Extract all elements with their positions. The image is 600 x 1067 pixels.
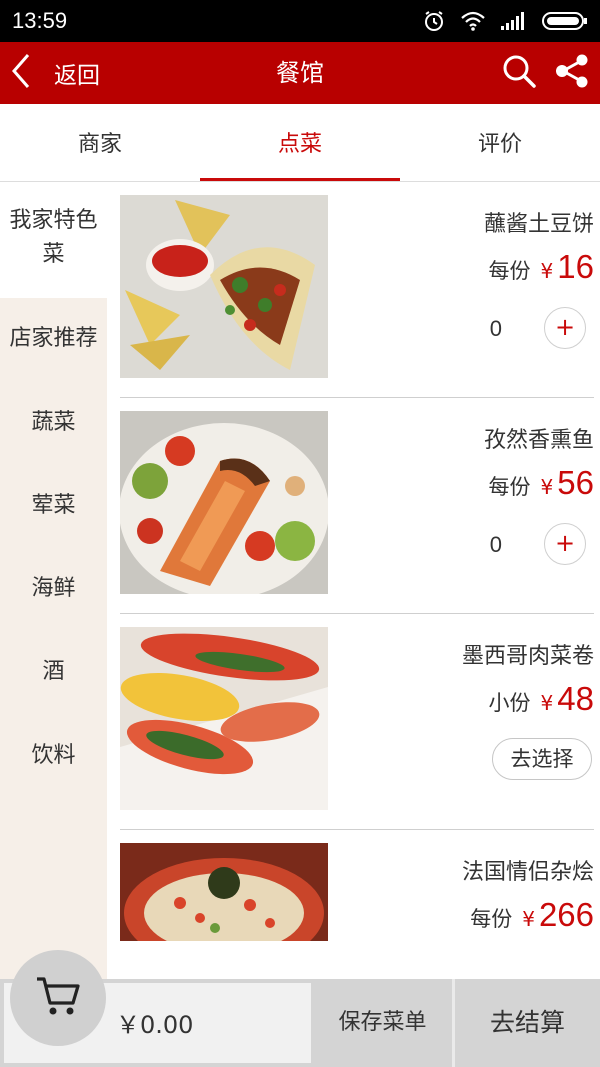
category-seafood[interactable]: 海鲜 <box>0 572 107 606</box>
status-time: 13:59 <box>12 8 68 33</box>
category-label: 荤菜 <box>31 493 76 518</box>
currency-symbol: ¥ <box>540 259 554 283</box>
dish-price: 56 <box>557 464 594 501</box>
dish-photo <box>120 411 328 594</box>
save-menu-button[interactable]: 保存菜单 <box>313 979 452 1067</box>
dish-item: 墨西哥肉菜卷 小份 ¥ 48 去选择 <box>120 614 594 830</box>
dish-list: 蘸酱土豆饼 每份 ¥ 16 0 + 孜然香熏鱼 每份 ¥ 56 0 + 墨西哥肉… <box>120 182 594 979</box>
dish-quantity: 0 <box>489 316 502 341</box>
battery-icon <box>542 11 588 31</box>
status-icons <box>422 9 588 33</box>
currency-symbol: ¥ <box>522 907 535 931</box>
category-drinks[interactable]: 饮料 <box>0 739 107 773</box>
app-bar-actions <box>502 42 590 104</box>
category-label: 饮料 <box>31 743 76 768</box>
category-wine[interactable]: 酒 <box>0 655 107 689</box>
back-label: 返回 <box>54 63 100 89</box>
currency-symbol: ¥ <box>540 475 554 499</box>
category-label: 店家推荐 <box>9 326 98 351</box>
category-meat[interactable]: 荤菜 <box>0 489 107 523</box>
choose-button[interactable]: 去选择 <box>492 738 592 780</box>
dish-photo <box>120 195 328 378</box>
cart-icon <box>35 975 81 1021</box>
tab-bar: 商家 点菜 评价 <box>0 104 600 182</box>
category-specialty[interactable]: 我家特色菜 <box>0 182 107 298</box>
dish-price-row: 每份 ¥ 16 <box>489 248 594 286</box>
dish-unit: 每份 <box>488 475 531 499</box>
dish-name: 蘸酱土豆饼 <box>483 212 594 237</box>
dish-price: 16 <box>557 248 594 285</box>
dish-name: 孜然香熏鱼 <box>483 428 594 453</box>
cart-button[interactable] <box>10 950 106 1046</box>
tab-merchant[interactable]: 商家 <box>0 104 200 181</box>
dish-unit: 小份 <box>488 691 531 715</box>
search-icon[interactable] <box>502 54 536 92</box>
cart-total: ￥0.00 <box>116 1011 194 1039</box>
status-bar: 13:59 <box>0 0 600 42</box>
tab-reviews[interactable]: 评价 <box>400 104 600 181</box>
category-label: 蔬菜 <box>31 410 76 435</box>
back-button[interactable]: 返回 <box>10 42 100 104</box>
dish-unit: 每份 <box>470 907 513 931</box>
share-icon[interactable] <box>554 54 590 92</box>
category-sidebar: 我家特色菜 店家推荐 蔬菜 荤菜 海鲜 酒 饮料 <box>0 182 107 979</box>
dish-price-row: 每份 ¥ 56 <box>489 464 594 502</box>
dish-price-row: 小份 ¥ 48 <box>489 680 594 718</box>
signal-icon <box>500 11 528 31</box>
back-chevron-icon <box>10 53 32 93</box>
dish-price-row: 每份 ¥ 266 <box>470 896 594 934</box>
add-button[interactable]: + <box>544 523 586 565</box>
wifi-icon <box>460 10 486 32</box>
category-label: 我家特色菜 <box>9 208 98 267</box>
tab-order[interactable]: 点菜 <box>200 104 400 181</box>
category-label: 海鲜 <box>31 576 76 601</box>
checkout-button[interactable]: 去结算 <box>455 979 600 1067</box>
dish-item: 法国情侣杂烩 每份 ¥ 266 <box>120 830 594 979</box>
currency-symbol: ¥ <box>540 691 554 715</box>
dish-item: 孜然香熏鱼 每份 ¥ 56 0 + <box>120 398 594 614</box>
category-vegetables[interactable]: 蔬菜 <box>0 406 107 440</box>
add-button[interactable]: + <box>544 307 586 349</box>
dish-photo <box>120 627 328 810</box>
category-recommended[interactable]: 店家推荐 <box>0 322 107 356</box>
dish-name: 法国情侣杂烩 <box>461 860 594 885</box>
dish-price: 266 <box>538 896 594 933</box>
category-label: 酒 <box>42 659 65 684</box>
alarm-icon <box>422 9 446 33</box>
dish-name: 墨西哥肉菜卷 <box>461 644 594 669</box>
app-bar: 返回 餐馆 <box>0 42 600 104</box>
dish-price: 48 <box>557 680 594 717</box>
dish-quantity: 0 <box>489 532 502 557</box>
dish-photo <box>120 843 328 941</box>
dish-unit: 每份 <box>488 259 531 283</box>
dish-item: 蘸酱土豆饼 每份 ¥ 16 0 + <box>120 182 594 398</box>
